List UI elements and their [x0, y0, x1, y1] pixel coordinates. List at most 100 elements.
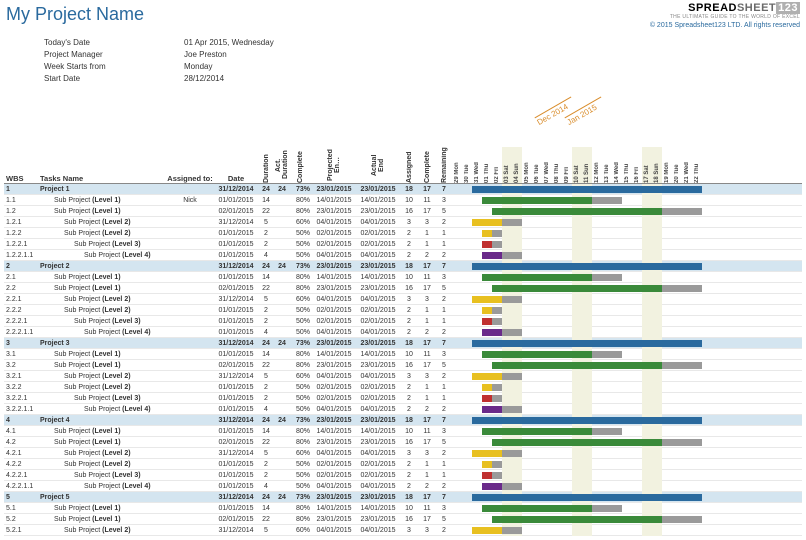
task-row[interactable]: 3.2.2.1.1Sub Project (Level 4)01/01/2015…: [4, 404, 802, 415]
meta-label: Today's Date: [44, 38, 184, 47]
cell-remaining: 1: [436, 384, 452, 391]
gantt-bar: [592, 351, 622, 358]
task-row[interactable]: 2.2.2Sub Project (Level 2)01/01/2015250%…: [4, 305, 802, 316]
cell-projend: 23/01/2015: [312, 186, 356, 193]
cell-projend: 23/01/2015: [312, 439, 356, 446]
cell-date: 02/01/2015: [214, 362, 258, 369]
project-row[interactable]: 4Project 431/12/2014242473%23/01/201523/…: [4, 415, 802, 426]
task-row[interactable]: 5.2Sub Project (Level 1)02/01/20152280%2…: [4, 514, 802, 525]
task-row[interactable]: 4.2Sub Project (Level 1)02/01/20152280%2…: [4, 437, 802, 448]
cell-actend: 23/01/2015: [356, 494, 400, 501]
task-row[interactable]: 4.2.1Sub Project (Level 2)31/12/2014560%…: [4, 448, 802, 459]
gantt-bar: [492, 318, 502, 325]
cell-task: Project 5: [40, 494, 166, 501]
cell-complete: 50%: [290, 461, 312, 468]
meta-value[interactable]: Joe Preston: [184, 50, 227, 59]
day-header: 16 Fri: [632, 147, 642, 183]
cell-actend: 23/01/2015: [356, 285, 400, 292]
cell-complete: 50%: [290, 307, 312, 314]
cell-actend: 04/01/2015: [356, 252, 400, 259]
task-row[interactable]: 1.2.2.1Sub Project (Level 3)01/01/201525…: [4, 239, 802, 250]
task-row[interactable]: 2.2.2.1.1Sub Project (Level 4)01/01/2015…: [4, 327, 802, 338]
cell-actend: 04/01/2015: [356, 296, 400, 303]
cell-assigned-count: 18: [400, 340, 418, 347]
task-row[interactable]: 5.1Sub Project (Level 1)01/01/20151480%1…: [4, 503, 802, 514]
task-row[interactable]: 3.2Sub Project (Level 1)02/01/20152280%2…: [4, 360, 802, 371]
gantt-cell: [452, 525, 802, 536]
cell-complete-count: 17: [418, 362, 436, 369]
task-row[interactable]: 4.2.2.1Sub Project (Level 3)01/01/201525…: [4, 470, 802, 481]
task-row[interactable]: 3.2.2.1Sub Project (Level 3)01/01/201525…: [4, 393, 802, 404]
meta-value[interactable]: 01 Apr 2015, Wednesday: [184, 38, 274, 47]
task-row[interactable]: 2.1Sub Project (Level 1)01/01/20151480%1…: [4, 272, 802, 283]
task-row[interactable]: 1.2Sub Project (Level 1)02/01/20152280%2…: [4, 206, 802, 217]
cell-wbs: 4.2: [4, 439, 40, 446]
cell-task: Sub Project (Level 3): [40, 395, 166, 402]
cell-task: Sub Project (Level 2): [40, 450, 166, 457]
project-row[interactable]: 5Project 531/12/2014242473%23/01/201523/…: [4, 492, 802, 503]
cell-complete-count: 2: [418, 483, 436, 490]
cell-actend: 02/01/2015: [356, 318, 400, 325]
gantt-bar: [502, 450, 522, 457]
cell-wbs: 5.2.1: [4, 527, 40, 534]
col-actdur: Act. Duration: [274, 147, 290, 183]
cell-complete-count: 2: [418, 329, 436, 336]
task-row[interactable]: 2.2.2.1Sub Project (Level 3)01/01/201525…: [4, 316, 802, 327]
gantt-bar: [592, 197, 622, 204]
gantt-bar: [502, 296, 522, 303]
cell-duration: 24: [258, 494, 274, 501]
gantt-bar: [472, 494, 702, 501]
task-row[interactable]: 1.1Sub Project (Level 1)Nick01/01/201514…: [4, 195, 802, 206]
cell-task: Sub Project (Level 2): [40, 230, 166, 237]
cell-remaining: 5: [436, 516, 452, 523]
meta-value[interactable]: Monday: [184, 62, 212, 71]
task-row[interactable]: 3.2.2Sub Project (Level 2)01/01/2015250%…: [4, 382, 802, 393]
cell-date: 31/12/2014: [214, 296, 258, 303]
task-row[interactable]: 5.2.1Sub Project (Level 2)31/12/2014560%…: [4, 525, 802, 536]
cell-wbs: 3.1: [4, 351, 40, 358]
task-row[interactable]: 1.2.2Sub Project (Level 2)01/01/2015250%…: [4, 228, 802, 239]
task-row[interactable]: 4.2.2.1.1Sub Project (Level 4)01/01/2015…: [4, 481, 802, 492]
cell-complete-count: 17: [418, 285, 436, 292]
cell-actend: 04/01/2015: [356, 450, 400, 457]
task-row[interactable]: 3.2.1Sub Project (Level 2)31/12/2014560%…: [4, 371, 802, 382]
cell-assigned-count: 2: [400, 483, 418, 490]
cell-complete-count: 17: [418, 516, 436, 523]
project-row[interactable]: 2Project 231/12/2014242473%23/01/201523/…: [4, 261, 802, 272]
gantt-cell: [452, 382, 802, 393]
cell-remaining: 1: [436, 472, 452, 479]
cell-complete-count: 1: [418, 461, 436, 468]
task-row[interactable]: 4.2.2Sub Project (Level 2)01/01/2015250%…: [4, 459, 802, 470]
cell-date: 31/12/2014: [214, 527, 258, 534]
col-complete: Complete: [290, 147, 312, 183]
cell-complete: 80%: [290, 197, 312, 204]
cell-date: 01/01/2015: [214, 318, 258, 325]
gantt-cell: [452, 393, 802, 404]
gantt-bar: [482, 318, 492, 325]
task-row[interactable]: 4.1Sub Project (Level 1)01/01/20151480%1…: [4, 426, 802, 437]
cell-actend: 02/01/2015: [356, 472, 400, 479]
gantt-cell: [452, 459, 802, 470]
cell-complete-count: 11: [418, 197, 436, 204]
cell-duration: 14: [258, 428, 274, 435]
cell-assigned-count: 2: [400, 406, 418, 413]
task-row[interactable]: 1.2.1Sub Project (Level 2)31/12/2014560%…: [4, 217, 802, 228]
cell-wbs: 1.2.2.1.1: [4, 252, 40, 259]
task-row[interactable]: 2.2.1Sub Project (Level 2)31/12/2014560%…: [4, 294, 802, 305]
project-row[interactable]: 1Project 131/12/2014242473%23/01/201523/…: [4, 184, 802, 195]
cell-wbs: 3.2.2.1.1: [4, 406, 40, 413]
cell-projend: 02/01/2015: [312, 241, 356, 248]
task-row[interactable]: 3.1Sub Project (Level 1)01/01/20151480%1…: [4, 349, 802, 360]
task-row[interactable]: 1.2.2.1.1Sub Project (Level 4)01/01/2015…: [4, 250, 802, 261]
cell-wbs: 2: [4, 263, 40, 270]
cell-duration: 24: [258, 417, 274, 424]
project-row[interactable]: 3Project 331/12/2014242473%23/01/201523/…: [4, 338, 802, 349]
cell-complete: 80%: [290, 362, 312, 369]
logo-part2: SHEET: [737, 2, 776, 14]
meta-value[interactable]: 28/12/2014: [184, 74, 224, 83]
task-row[interactable]: 2.2Sub Project (Level 1)02/01/20152280%2…: [4, 283, 802, 294]
cell-projend: 02/01/2015: [312, 461, 356, 468]
cell-remaining: 7: [436, 494, 452, 501]
cell-actdur: 24: [274, 186, 290, 193]
cell-projend: 02/01/2015: [312, 307, 356, 314]
